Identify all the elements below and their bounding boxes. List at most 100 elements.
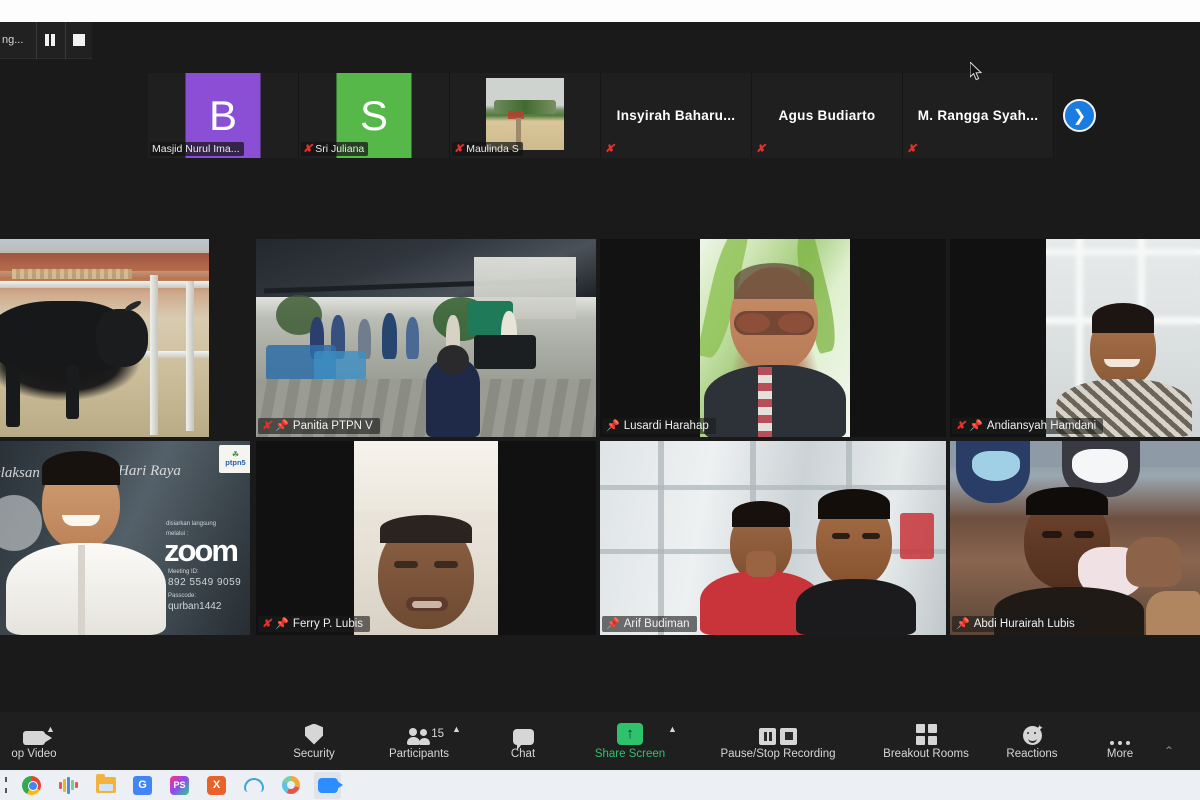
video-tile[interactable]: ✘ 📌 Andiansyah Hamdani <box>950 239 1200 437</box>
participant-video <box>0 239 209 437</box>
taskbar-item-phpstorm[interactable]: PS <box>166 772 193 799</box>
pin-icon: 📌 <box>275 419 289 432</box>
video-tile[interactable]: ✘ 📌 Panitia PTPN V <box>256 239 596 437</box>
participant-count: 15 <box>431 727 444 740</box>
virtual-bg-heading-right: Hari Raya <box>118 463 181 479</box>
participant-name: Panitia PTPN V <box>292 420 373 432</box>
share-options-caret-icon[interactable]: ▲ <box>668 724 677 734</box>
taskbar-widget-icon[interactable] <box>4 777 8 793</box>
shield-icon <box>305 723 323 745</box>
muted-mic-icon: ✘ <box>262 617 272 630</box>
name-tag: 📌 Lusardi Harahap <box>602 418 716 434</box>
filmstrip-tile[interactable]: B Masjid Nurul Ima... <box>148 73 299 158</box>
participant-name: Masjid Nurul Ima... <box>152 143 240 155</box>
top-white-strip <box>0 0 1200 22</box>
security-button[interactable]: Security <box>281 712 347 770</box>
video-tile-active-speaker[interactable]: 📌 Lusardi Harahap <box>600 239 946 437</box>
reactions-button[interactable]: ✦ Reactions <box>996 712 1068 770</box>
filmstrip-tile[interactable]: Insyirah Baharu... ✘ <box>601 73 752 158</box>
recording-control-bar: ng... <box>0 21 92 59</box>
participant-video <box>256 239 596 437</box>
name-tag: 📌 Abdi Hurairah Lubis <box>952 616 1082 632</box>
stop-recording-button[interactable] <box>65 21 92 59</box>
folder-icon <box>95 774 116 793</box>
video-tile[interactable]: 📌 Abdi Hurairah Lubis <box>950 441 1200 635</box>
muted-mic-icon: ✘ <box>262 419 272 432</box>
filmstrip-next-page-button[interactable]: ❯ <box>1063 99 1096 132</box>
scroll-indicator[interactable]: ⌃ <box>1164 744 1200 758</box>
filmstrip-name-tag: ✘ <box>754 143 769 156</box>
participant-video <box>256 441 596 635</box>
name-tag: ✘ 📌 Andiansyah Hamdani <box>952 418 1104 434</box>
muted-mic-icon: ✘ <box>756 143 766 155</box>
taskbar-item-audio-waveform-app[interactable] <box>55 772 82 799</box>
video-tile[interactable]: elaksan Hari Raya disiarkan langsung mel… <box>0 441 250 635</box>
filmstrip-tile[interactable]: ✘ Maulinda S <box>450 73 601 158</box>
participant-video <box>486 78 564 150</box>
zoom-meeting-window: ng... B Masjid Nurul Ima... S ✘ Sri Juli… <box>0 0 1200 800</box>
taskbar-item-color-ring-app[interactable] <box>277 772 304 799</box>
participant-name: Agus Budiarto <box>778 108 876 123</box>
passcode-label: Passcode: <box>168 593 197 599</box>
participant-name: Arif Budiman <box>623 618 690 630</box>
participants-button[interactable]: ▲ 15 Participants <box>378 712 461 770</box>
taskbar-item-xmind[interactable]: X <box>203 772 230 799</box>
chat-label: Chat <box>510 747 536 760</box>
xmind-icon: X <box>207 775 226 795</box>
name-tag: ✘ 📌 Ferry P. Lubis <box>258 616 371 632</box>
chrome-icon <box>22 775 41 795</box>
participant-filmstrip[interactable]: B Masjid Nurul Ima... S ✘ Sri Juliana ✘ … <box>148 73 1056 158</box>
filmstrip-name-tag: ✘ <box>905 143 920 156</box>
ring-icon <box>281 776 300 794</box>
taskbar-item-zoom[interactable] <box>314 771 343 799</box>
pause-stop-recording-icon <box>759 723 797 745</box>
filmstrip-tile[interactable]: Agus Budiarto ✘ <box>752 73 903 158</box>
participant-video: elaksan Hari Raya disiarkan langsung mel… <box>0 441 250 635</box>
participant-name: Andiansyah Hamdani <box>986 420 1097 432</box>
security-label: Security <box>293 747 335 760</box>
participant-name: Insyirah Baharu... <box>616 108 736 123</box>
video-grid: ✘ 📌 Panitia PTPN V 📌 Lusardi Harahap ✘ 📌… <box>0 239 1200 635</box>
taskbar-item-file-explorer[interactable] <box>92 772 119 799</box>
more-button[interactable]: More <box>1096 712 1144 770</box>
stop-icon <box>73 34 85 46</box>
name-tag: 📌 Arif Budiman <box>602 616 697 632</box>
waveform-icon <box>59 776 78 794</box>
participants-caret-icon[interactable]: ▲ <box>452 724 461 734</box>
filmstrip-name-tag: ✘ <box>603 143 618 156</box>
taskbar-item-google-translate[interactable]: G <box>129 772 156 799</box>
breakout-rooms-button[interactable]: Breakout Rooms <box>876 712 976 770</box>
participants-icon: 15 <box>407 723 444 745</box>
video-tile[interactable] <box>0 239 209 437</box>
virtual-bg-heading-left: elaksan <box>0 465 40 481</box>
pin-icon: 📌 <box>275 617 289 630</box>
filmstrip-name-tag: ✘ Sri Juliana <box>301 142 369 156</box>
taskbar-item-cloud-app[interactable] <box>240 772 267 799</box>
pin-icon: 📌 <box>969 419 983 432</box>
chat-bubble-icon <box>512 723 534 750</box>
participant-video <box>950 441 1200 635</box>
ptpn5-logo-text: ptpn5 <box>225 458 246 468</box>
share-screen-button[interactable]: ▲ ↑ Share Screen <box>584 712 677 770</box>
stop-video-label: op Video <box>11 747 57 760</box>
pin-icon: 📌 <box>606 419 620 432</box>
video-tile[interactable]: ✘ 📌 Ferry P. Lubis <box>256 441 596 635</box>
chat-button[interactable]: Chat <box>500 712 546 770</box>
meeting-id-value: 892 5549 9059 <box>168 577 242 588</box>
pause-stop-recording-button[interactable]: Pause/Stop Recording <box>708 712 848 770</box>
filmstrip-name-tag: Masjid Nurul Ima... <box>150 142 244 156</box>
taskbar-item-google-chrome[interactable] <box>18 772 45 799</box>
video-tile[interactable]: 📌 Arif Budiman <box>600 441 946 635</box>
filmstrip-tile[interactable]: S ✘ Sri Juliana <box>299 73 450 158</box>
more-label: More <box>1106 747 1134 760</box>
muted-mic-icon: ✘ <box>907 143 917 155</box>
recording-status-label: ng... <box>2 34 24 46</box>
pause-icon <box>45 34 55 46</box>
stop-video-button[interactable]: ▲ op Video <box>2 712 66 770</box>
name-tag: ✘ 📌 Panitia PTPN V <box>258 418 380 434</box>
pause-recording-button[interactable] <box>36 21 63 59</box>
mouse-cursor <box>969 60 983 81</box>
phpstorm-icon: PS <box>170 775 189 795</box>
zoom-brand-text: zoom <box>164 533 239 568</box>
filmstrip-tile[interactable]: M. Rangga Syah... ✘ <box>903 73 1054 158</box>
